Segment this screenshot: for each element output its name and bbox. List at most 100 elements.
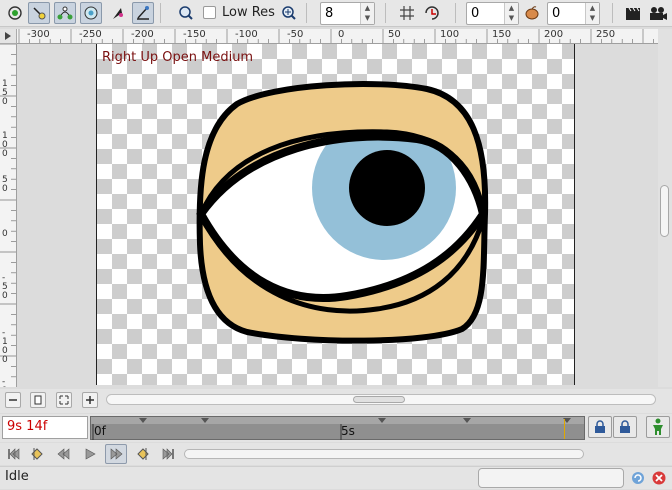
low-res-checkbox[interactable]	[203, 6, 216, 19]
prev-frame-button[interactable]	[53, 444, 75, 464]
zoom-fit-button[interactable]	[278, 2, 300, 24]
next-frame-button[interactable]	[105, 444, 127, 464]
stop-button[interactable]	[651, 470, 667, 490]
current-time-field[interactable]: 9s 14f	[2, 416, 88, 439]
ruler-label: -200	[131, 29, 154, 40]
canvas-title: Right Up Open Medium	[102, 50, 254, 65]
rotate-icon	[84, 6, 98, 20]
preview-button[interactable]	[647, 2, 669, 24]
spin-arrows-icon[interactable]: ▲ ▼	[360, 3, 374, 24]
onion-past-spinbox[interactable]: 0 ▲ ▼	[466, 2, 519, 25]
camera-icon	[650, 7, 667, 20]
zoom-in-canvas-button[interactable]	[82, 392, 98, 408]
canvas-area[interactable]: Right Up Open Medium	[96, 44, 575, 385]
toolbar-separator	[455, 3, 456, 23]
grid-toggle-button[interactable]	[396, 2, 418, 24]
onion-skin-button[interactable]	[422, 2, 444, 24]
keyframe-lock-future-button[interactable]	[613, 416, 637, 438]
zoom-in-button[interactable]	[175, 2, 197, 24]
magnifier-icon	[179, 6, 193, 20]
play-button[interactable]	[79, 444, 101, 464]
refresh-button[interactable]	[630, 470, 646, 490]
plus-icon	[86, 396, 94, 404]
ruler-label: -300	[27, 29, 50, 40]
ruler-label: 5 0	[2, 175, 8, 194]
toolbar-separator	[612, 3, 613, 23]
prev-keyframe-button[interactable]	[27, 444, 49, 464]
vertical-ruler: 1 5 0 1 0 0 5 0 0 - 5 0 - 1 0 0 - 1 5 0	[0, 44, 17, 387]
vertical-scroll-thumb[interactable]	[660, 185, 669, 237]
seek-end-button[interactable]	[157, 444, 179, 464]
transform-tool-button[interactable]	[4, 2, 26, 24]
magnifier-grid-icon	[282, 6, 296, 20]
status-text: Idle	[5, 469, 29, 484]
timeline-start-label: 0f	[94, 424, 106, 438]
ruler-label: 200	[544, 29, 564, 40]
next-keyframe-button[interactable]	[131, 444, 153, 464]
horizontal-ruler: -300 -250 -200 -150 -100 -50 0 50 100 15…	[17, 29, 658, 44]
keyframe-lock-past-button[interactable]	[588, 416, 612, 438]
arrow-node-icon	[33, 7, 46, 20]
ruler-label: 1 0 0	[2, 131, 8, 159]
synfig-canvas-window: Low Res 8 ▲ ▼ 0 ▲ ▼ 0 ▲ ▼ -300 -250 -200…	[0, 0, 672, 489]
ruler-label: - 1 0 0	[2, 328, 8, 365]
render-button[interactable]	[622, 2, 644, 24]
fit-icon	[59, 395, 69, 405]
pupil-shape	[349, 150, 425, 226]
zoom-out-button[interactable]	[5, 392, 21, 408]
spin-arrows-icon[interactable]: ▲ ▼	[585, 3, 599, 24]
toolbar-separator	[160, 3, 161, 23]
ruler-label: - 5 0	[2, 273, 8, 301]
keyframe-strip[interactable]	[91, 417, 584, 424]
next-keyframe-icon	[137, 448, 149, 460]
canvas-viewport[interactable]: Right Up Open Medium	[17, 44, 658, 387]
playback-controls	[0, 443, 672, 465]
time-cursor[interactable]	[564, 419, 565, 439]
scale-tool-button[interactable]	[54, 2, 76, 24]
pen-icon	[137, 6, 149, 20]
ruler-label: -50	[287, 29, 304, 40]
horizontal-scrollbar[interactable]	[106, 394, 656, 405]
spin-arrows-icon[interactable]: ▲ ▼	[504, 3, 518, 24]
lock-icon	[620, 420, 630, 433]
mirror-tool-button[interactable]	[106, 2, 128, 24]
time-track-row: 9s 14f 0f 5s	[0, 414, 672, 442]
animation-mode-button[interactable]	[646, 416, 670, 438]
subsample-value: 8	[325, 6, 334, 21]
draw-tool-button[interactable]	[132, 2, 154, 24]
refresh-icon	[632, 472, 644, 484]
grid-icon	[400, 6, 414, 20]
horizontal-scroll-thumb[interactable]	[353, 396, 405, 403]
zoom-fit-canvas-button[interactable]	[56, 392, 72, 408]
ruler-label: 100	[440, 29, 460, 40]
keyframe-markers	[139, 418, 571, 423]
smooth-move-tool-button[interactable]	[28, 2, 50, 24]
clapperboard-icon	[626, 7, 640, 20]
status-bar: Idle	[0, 466, 672, 489]
toolbar-separator	[385, 3, 386, 23]
subsample-spinbox[interactable]: 8 ▲ ▼	[320, 2, 375, 25]
time-slider[interactable]: 0f 5s	[90, 416, 585, 440]
onion-future-value: 0	[552, 6, 561, 21]
onion-future-spinbox[interactable]: 0 ▲ ▼	[547, 2, 600, 25]
render-progress-bar	[478, 468, 624, 488]
menu-arrow-icon	[5, 32, 11, 40]
canvas-nav-bar	[0, 389, 672, 413]
playback-slider[interactable]	[184, 449, 584, 459]
ruler-corner[interactable]	[0, 29, 17, 44]
vertical-scrollbar[interactable]	[658, 29, 672, 387]
seek-begin-button[interactable]	[3, 444, 25, 464]
ruler-label: 1 5 0	[2, 79, 8, 107]
onion-skin-toggle[interactable]	[521, 2, 543, 24]
toolbar-separator	[306, 3, 307, 23]
zoom-reset-button[interactable]	[30, 392, 46, 408]
ruler-label: 0	[2, 229, 8, 239]
rotate-tool-button[interactable]	[80, 2, 102, 24]
feather-icon	[113, 8, 123, 19]
fast-forward-icon	[110, 448, 123, 460]
ruler-label: 150	[492, 29, 512, 40]
nodes-icon	[57, 6, 73, 20]
rewind-icon	[57, 448, 70, 460]
lock-icon	[595, 420, 605, 433]
snap-icon	[425, 6, 439, 20]
